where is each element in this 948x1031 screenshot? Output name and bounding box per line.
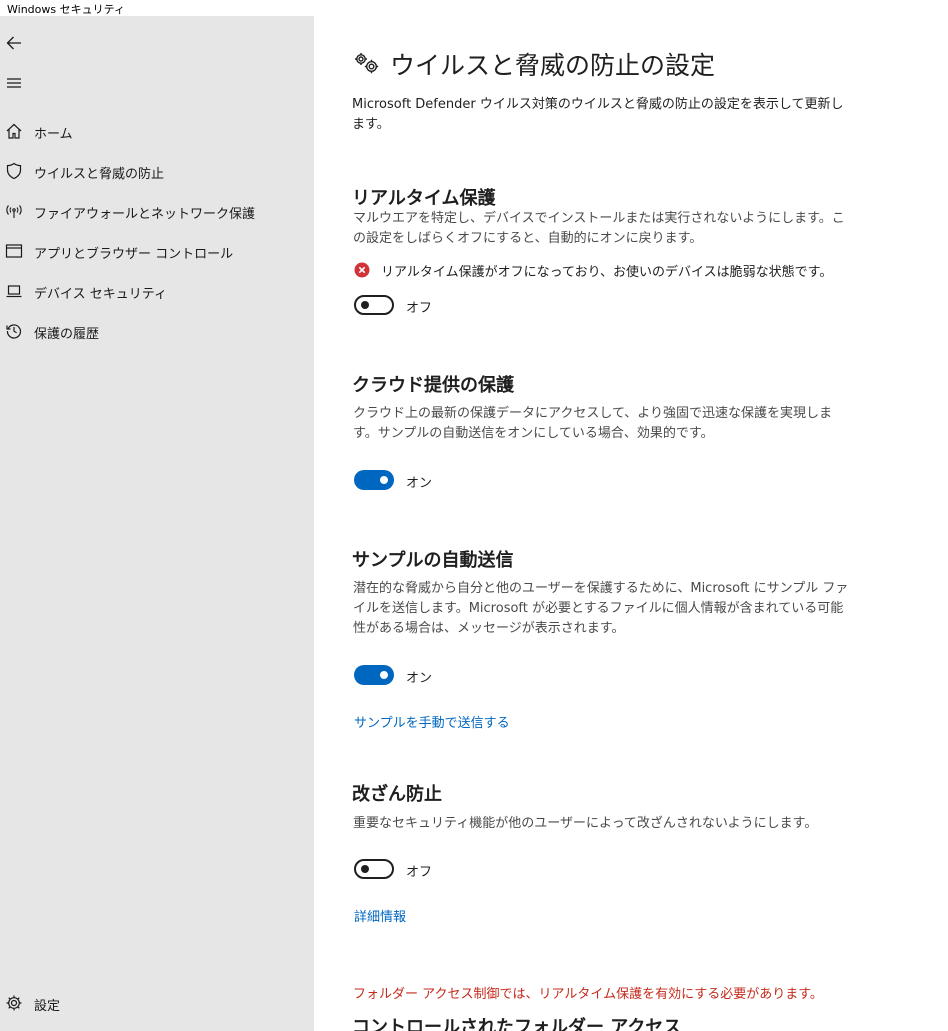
page-description: Microsoft Defender ウイルス対策のウイルスと脅威の防止の設定を… [352, 97, 844, 132]
sidebar-item-label: デバイス セキュリティ [34, 287, 167, 302]
sidebar-item-home[interactable]: ホーム [0, 115, 314, 147]
sample-submission-toggle[interactable] [354, 665, 394, 685]
sidebar: ホーム ウイルスと脅威の防止 ファイアウォールとネットワーク保護 アプリとブラウ… [0, 16, 314, 1031]
sample-submission-title: サンプルの自動送信 [352, 550, 514, 571]
sidebar-item-label: 保護の履歴 [34, 327, 100, 342]
sidebar-item-label: ファイアウォールとネットワーク保護 [34, 207, 256, 222]
wireless-antenna-icon [5, 202, 23, 220]
sidebar-item-label: ウイルスと脅威の防止 [34, 167, 165, 182]
main-content: ウイルスと脅威の防止の設定 Microsoft Defender ウイルス対策の… [314, 16, 948, 1031]
sidebar-item-firewall[interactable]: ファイアウォールとネットワーク保護 [0, 195, 314, 227]
cloud-protection-toggle[interactable] [354, 470, 394, 490]
hamburger-menu-icon[interactable] [5, 74, 23, 92]
sidebar-item-label: アプリとブラウザー コントロール [34, 247, 234, 262]
submit-sample-manually-link[interactable]: サンプルを手動で送信する [354, 712, 510, 731]
controlled-folder-access-title: コントロールされたフォルダー アクセス [352, 1017, 682, 1031]
toggle-knob [380, 671, 388, 679]
page-title: ウイルスと脅威の防止の設定 [390, 51, 716, 80]
sidebar-item-app-browser[interactable]: アプリとブラウザー コントロール [0, 235, 314, 267]
sidebar-item-virus-protection[interactable]: ウイルスと脅威の防止 [0, 155, 314, 187]
window-title: Windows セキュリティ [7, 3, 125, 16]
tamper-protection-description: 重要なセキュリティ機能が他のユーザーによって改ざんされないようにします。 [353, 816, 818, 831]
app-window-icon [5, 242, 23, 260]
more-info-link[interactable]: 詳細情報 [354, 906, 406, 925]
realtime-protection-title: リアルタイム保護 [352, 188, 496, 209]
home-icon [5, 122, 23, 140]
gear-icon [5, 994, 23, 1012]
tamper-protection-toggle[interactable] [354, 859, 394, 879]
toggle-knob [361, 301, 369, 309]
sidebar-item-settings[interactable]: 設定 [0, 987, 314, 1019]
shield-icon [5, 162, 23, 180]
sample-toggle-label: オン [406, 671, 433, 686]
sidebar-item-label: ホーム [34, 127, 73, 142]
folder-access-requirement-note: フォルダー アクセス制御では、リアルタイム保護を有効にする必要があります。 [353, 987, 823, 1002]
history-icon [5, 322, 23, 340]
back-arrow-icon[interactable] [5, 34, 23, 52]
realtime-protection-description: マルウエアを特定し、デバイスでインストールまたは実行されないようにします。この設… [353, 211, 845, 246]
error-circle-icon [354, 262, 370, 278]
cloud-protection-title: クラウド提供の保護 [352, 375, 514, 396]
laptop-icon [5, 282, 23, 300]
toggle-knob [361, 865, 369, 873]
realtime-toggle-label: オフ [406, 301, 433, 316]
sidebar-item-protection-history[interactable]: 保護の履歴 [0, 315, 314, 347]
tamper-protection-title: 改ざん防止 [352, 784, 442, 805]
gears-icon [354, 52, 380, 74]
sidebar-item-label: 設定 [34, 999, 61, 1014]
title-bar: Windows セキュリティ [0, 0, 948, 16]
sidebar-item-device-security[interactable]: デバイス セキュリティ [0, 275, 314, 307]
toggle-knob [380, 476, 388, 484]
realtime-protection-toggle[interactable] [354, 295, 394, 315]
tamper-toggle-label: オフ [406, 865, 433, 880]
cloud-protection-description: クラウド上の最新の保護データにアクセスして、より強固で迅速な保護を実現します。サ… [353, 406, 833, 441]
sample-submission-description: 潜在的な脅威から自分と他のユーザーを保護するために、Microsoft にサンプ… [353, 581, 849, 636]
cloud-toggle-label: オン [406, 476, 433, 491]
warning-text: リアルタイム保護がオフになっており、お使いのデバイスは脆弱な状態です。 [381, 265, 833, 280]
